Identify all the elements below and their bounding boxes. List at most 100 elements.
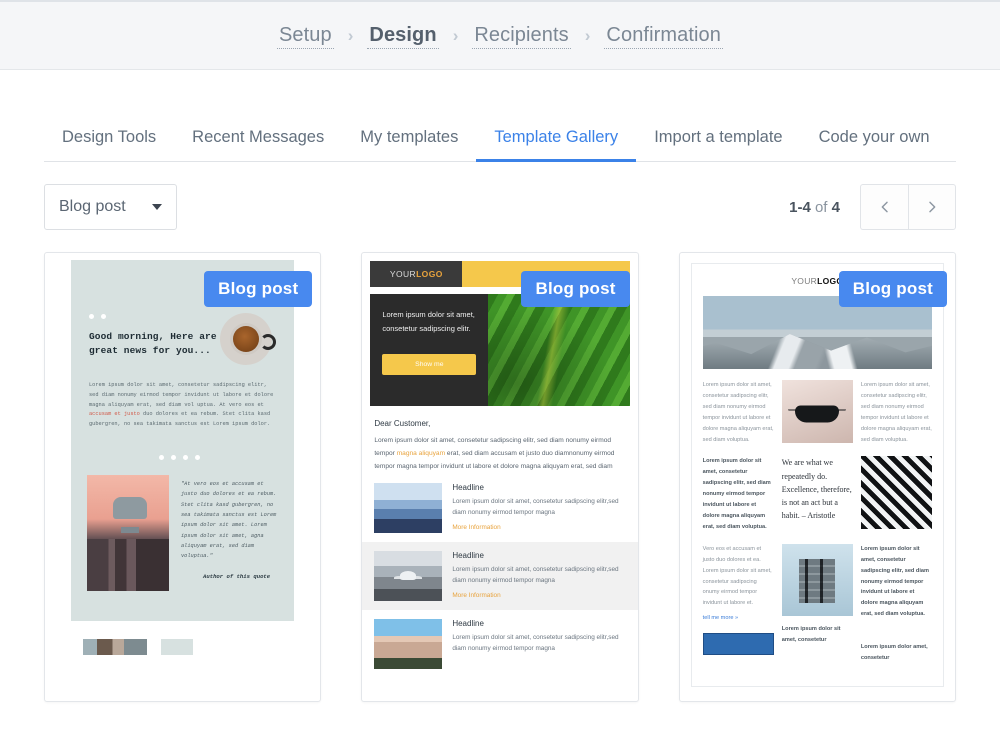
template3-col-right xyxy=(861,456,932,532)
more-information-link[interactable]: More Information xyxy=(452,592,625,599)
template2-article-body: Lorem ipsum dolor sit amet, consetetur s… xyxy=(452,564,625,588)
template3-col-left: Lorem ipsum dolor sit amet, consetetur s… xyxy=(703,380,774,445)
status-badge: Blog post xyxy=(839,271,947,307)
template-preview-yellow: YOURLOGO Lorem ipsum dolor sit amet, con… xyxy=(362,253,637,678)
template1-quote-block: "At vero eos et accusam et justo duo dol… xyxy=(87,475,278,591)
pagination-range: 1-4 xyxy=(789,199,811,216)
template3-blue-block xyxy=(703,633,774,655)
pagination-buttons xyxy=(860,184,956,230)
tab-bar: Design Tools Recent Messages My template… xyxy=(44,70,956,162)
breadcrumb-separator-icon: › xyxy=(348,26,354,46)
show-me-button[interactable]: Show me xyxy=(382,354,476,375)
template3-col-left: Vero eos et accusam et justo duo dolores… xyxy=(703,544,774,664)
breadcrumb: Setup › Design › Recipients › Confirmati… xyxy=(277,22,723,49)
template2-logo-prefix: YOUR xyxy=(390,269,416,279)
tab-template-gallery[interactable]: Template Gallery xyxy=(476,128,636,161)
template-card[interactable]: Blog post YOURLOGO Lorem ipsum dolor sit… xyxy=(679,252,956,702)
template1-body-highlight: accusam et justo xyxy=(89,411,140,417)
template1-footer-block xyxy=(161,639,193,655)
template3-text: Lorem ipsum dolor sit amet, consetetur s… xyxy=(703,380,774,445)
pagination: 1-4 of 4 xyxy=(789,184,956,230)
gallery-toolbar: Blog post 1-4 of 4 xyxy=(44,162,956,252)
template2-article-text: Headline Lorem ipsum dolor sit amet, con… xyxy=(452,483,625,532)
breadcrumb-step-recipients[interactable]: Recipients xyxy=(472,22,570,49)
template2-article-headline: Headline xyxy=(452,619,625,628)
template2-logo-suffix: LOGO xyxy=(416,269,443,279)
template2-article-row: Headline Lorem ipsum dolor sit amet, con… xyxy=(362,542,637,610)
template3-col-center: Lorem ipsum dolor sit amet, consetetur xyxy=(782,544,853,664)
breadcrumb-separator-icon: › xyxy=(585,26,591,46)
coffee-cup-image xyxy=(220,313,272,365)
game-controller-image xyxy=(782,380,853,443)
template3-col-right: Lorem ipsum dolor sit amet, consetetur s… xyxy=(861,380,932,445)
airplane-image xyxy=(374,551,442,601)
category-filter-dropdown[interactable]: Blog post xyxy=(44,184,177,230)
template2-article-text: Headline Lorem ipsum dolor sit amet, con… xyxy=(452,619,625,656)
template2-article-body: Lorem ipsum dolor sit amet, consetetur s… xyxy=(452,496,625,520)
sand-dune-image xyxy=(374,619,442,669)
status-badge: Blog post xyxy=(521,271,629,307)
template-card[interactable]: Blog post YOURLOGO Lorem ipsum dolor sit… xyxy=(361,252,638,702)
template2-body-highlight: magna aliquyam xyxy=(397,450,445,457)
tab-my-templates[interactable]: My templates xyxy=(342,128,476,161)
template3-col-center xyxy=(782,380,853,445)
template3-text: Lorem ipsum dolor sit amet, consetetur s… xyxy=(703,456,774,532)
breadcrumb-step-confirmation[interactable]: Confirmation xyxy=(604,22,723,49)
template3-pull-quote: We are what we repeatedly do. Excellence… xyxy=(782,456,853,522)
category-filter-value: Blog post xyxy=(59,198,126,216)
chevron-down-icon xyxy=(152,204,162,210)
template1-body-before: Lorem ipsum dolor sit amet, consetetur s… xyxy=(89,382,273,408)
template3-footer-right: Lorem ipsum dolor amet, consetetur xyxy=(861,642,932,664)
template3-row-3: Vero eos et accusam et justo duo dolores… xyxy=(703,544,932,664)
template2-article-body: Lorem ipsum dolor sit amet, consetetur s… xyxy=(452,632,625,656)
pagination-total: 4 xyxy=(832,199,840,216)
breadcrumb-step-setup[interactable]: Setup xyxy=(277,22,334,49)
template3-logo-prefix: YOUR xyxy=(791,276,817,286)
pagination-of: of xyxy=(815,199,828,216)
chevron-right-icon xyxy=(924,199,940,215)
breadcrumb-step-design[interactable]: Design xyxy=(367,22,438,49)
template2-article-row: Headline Lorem ipsum dolor sit amet, con… xyxy=(362,610,637,678)
template-gallery-grid: Blog post YN YourNews Good morning, Here… xyxy=(44,252,956,702)
template2-greeting: Dear Customer, xyxy=(374,419,625,428)
tell-me-more-link[interactable]: tell me more » xyxy=(703,615,774,621)
template2-logo: YOURLOGO xyxy=(370,261,462,287)
template3-body: YOURLOGO Lorem ipsum dolor sit amet, con… xyxy=(691,263,944,687)
building-illustration-image xyxy=(782,544,853,616)
template1-body-text: Lorem ipsum dolor sit amet, consetetur s… xyxy=(89,381,276,430)
tab-code-your-own[interactable]: Code your own xyxy=(801,128,948,161)
template2-body-text: Lorem ipsum dolor sit amet, consetetur s… xyxy=(374,435,625,474)
template3-row-2: Lorem ipsum dolor sit amet, consetetur s… xyxy=(703,456,932,532)
template-preview-three-column: YOURLOGO Lorem ipsum dolor sit amet, con… xyxy=(680,253,955,687)
template1-quote-col: "At vero eos et accusam et justo duo dol… xyxy=(181,475,278,591)
wizard-breadcrumb-bar: Setup › Design › Recipients › Confirmati… xyxy=(0,0,1000,70)
template3-text: Lorem ipsum dolor sit amet, consetetur s… xyxy=(861,544,932,620)
template3-text: Lorem ipsum dolor sit amet, consetetur s… xyxy=(861,380,932,445)
status-badge: Blog post xyxy=(204,271,312,307)
template3-footer-center: Lorem ipsum dolor sit amet, consetetur xyxy=(782,624,853,646)
next-page-button[interactable] xyxy=(908,184,956,230)
tab-import-a-template[interactable]: Import a template xyxy=(636,128,800,161)
template2-hero-text-block: Lorem ipsum dolor sit amet, consetetur s… xyxy=(370,294,488,406)
green-leaf-image xyxy=(488,294,629,406)
previous-page-button[interactable] xyxy=(860,184,908,230)
template3-col-right: Lorem ipsum dolor sit amet, consetetur s… xyxy=(861,544,932,664)
tab-recent-messages[interactable]: Recent Messages xyxy=(174,128,342,161)
template2-article-headline: Headline xyxy=(452,483,625,492)
black-white-architecture-image xyxy=(861,456,932,529)
template1-footer xyxy=(45,621,320,655)
template-preview-newsletter: YN YourNews Good morning, Here are some … xyxy=(45,253,320,655)
template2-hero: Lorem ipsum dolor sit amet, consetetur s… xyxy=(370,294,629,406)
tab-design-tools[interactable]: Design Tools xyxy=(44,128,174,161)
more-information-link[interactable]: More Information xyxy=(452,524,625,531)
template1-quote-author: Author of this quote xyxy=(181,573,278,580)
template-card[interactable]: Blog post YN YourNews Good morning, Here… xyxy=(44,252,321,702)
template3-row-1: Lorem ipsum dolor sit amet, consetetur s… xyxy=(703,380,932,445)
template2-article-headline: Headline xyxy=(452,551,625,560)
template2-article-row: Headline Lorem ipsum dolor sit amet, con… xyxy=(362,474,637,542)
template1-quote: "At vero eos et accusam et justo duo dol… xyxy=(181,475,278,562)
water-tower-image xyxy=(87,475,169,591)
breadcrumb-separator-icon: › xyxy=(453,26,459,46)
template1-dots-middle xyxy=(87,447,278,465)
template2-article-text: Headline Lorem ipsum dolor sit amet, con… xyxy=(452,551,625,600)
